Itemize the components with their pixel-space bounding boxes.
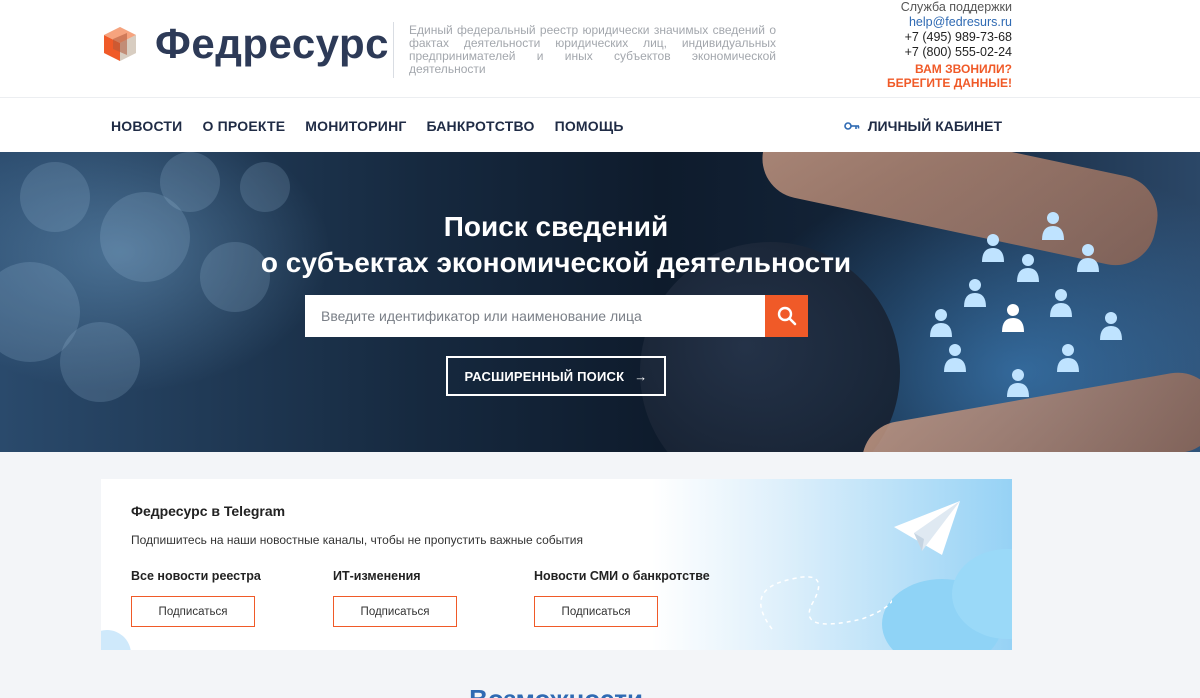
paper-plane-icon [894,501,960,555]
section-heading: Возможности [0,684,1112,698]
fraud-warning-line-1[interactable]: ВАМ ЗВОНИЛИ? [887,62,1012,76]
support-label: Служба поддержки [900,0,1012,14]
main-nav: НОВОСТИ О ПРОЕКТЕ МОНИТОРИНГ БАНКРОТСТВО… [0,97,1200,152]
person-icon [944,344,966,372]
hero-title-line-1: Поиск сведений [443,211,669,242]
nav-item-help[interactable]: ПОМОЩЬ [555,118,624,134]
telegram-channel-card: Новости СМИ о банкротстве Подписаться [534,569,724,627]
nav-item-news[interactable]: НОВОСТИ [111,118,182,134]
support-block: Служба поддержки help@fedresurs.ru +7 (4… [887,0,1012,90]
subscribe-button[interactable]: Подписаться [534,596,658,627]
subscribe-button[interactable]: Подписаться [131,596,255,627]
fraud-warning-line-2[interactable]: БЕРЕГИТЕ ДАННЫЕ! [887,76,1012,90]
personal-account-label: ЛИЧНЫЙ КАБИНЕТ [867,117,1002,134]
person-icon [930,309,952,337]
nav-item-about[interactable]: О ПРОЕКТЕ [202,118,285,134]
search-input[interactable] [305,295,765,337]
nav-item-monitoring[interactable]: МОНИТОРИНГ [305,118,406,134]
person-icon [1002,304,1024,332]
subscribe-button[interactable]: Подписаться [333,596,457,627]
telegram-promo: Федресурс в Telegram Подпишитесь на наши… [101,479,1012,650]
search-icon [777,306,796,326]
telegram-channel-card: ИТ-изменения Подписаться [333,569,523,627]
person-icon [1007,369,1029,397]
channel-title: Новости СМИ о банкротстве [534,569,710,583]
key-icon [843,121,860,130]
person-icon [964,279,986,307]
bokeh-light [240,162,290,212]
nav-item-bankruptcy[interactable]: БАНКРОТСТВО [427,118,535,134]
hero-title: Поиск сведений о субъектах экономической… [0,209,1112,281]
person-icon [1057,344,1079,372]
person-icon [1050,289,1072,317]
logo-cube-icon[interactable] [101,25,139,63]
telegram-subtitle: Подпишитесь на наши новостные каналы, чт… [131,533,583,547]
site-tagline: Единый федеральный реестр юридически зна… [409,23,776,76]
support-phone-1[interactable]: +7 (495) 989-73-68 [887,30,1012,45]
search-button[interactable] [765,295,808,337]
support-phone-2[interactable]: +7 (800) 555-02-24 [887,45,1012,60]
advanced-search-label: РАСШИРЕННЫЙ ПОИСК [464,368,625,384]
logo-divider [393,22,394,78]
bokeh-light [60,322,140,402]
advanced-search-button[interactable]: РАСШИРЕННЫЙ ПОИСК → [446,356,666,396]
arrow-right-icon: → [634,368,648,384]
channel-title: ИТ-изменения [333,569,421,583]
logo-text[interactable]: Федресурс [155,18,389,70]
nav-items: НОВОСТИ О ПРОЕКТЕ МОНИТОРИНГ БАНКРОТСТВО… [111,98,624,153]
channel-title: Все новости реестра [131,569,261,583]
bokeh-light [160,152,220,212]
hero-title-line-2: о субъектах экономической деятельности [260,247,852,278]
telegram-channel-card: Все новости реестра Подписаться [131,569,321,627]
corner-decoration [101,630,131,650]
person-icon [1100,312,1122,340]
hero-banner: Поиск сведений о субъектах экономической… [0,152,1200,452]
personal-account-link[interactable]: ЛИЧНЫЙ КАБИНЕТ [843,98,1002,153]
telegram-title: Федресурс в Telegram [131,503,286,519]
site-header: Федресурс Единый федеральный реестр юрид… [0,0,1200,97]
dashed-flight-path [760,576,892,630]
support-email-link[interactable]: help@fedresurs.ru [887,15,1012,30]
